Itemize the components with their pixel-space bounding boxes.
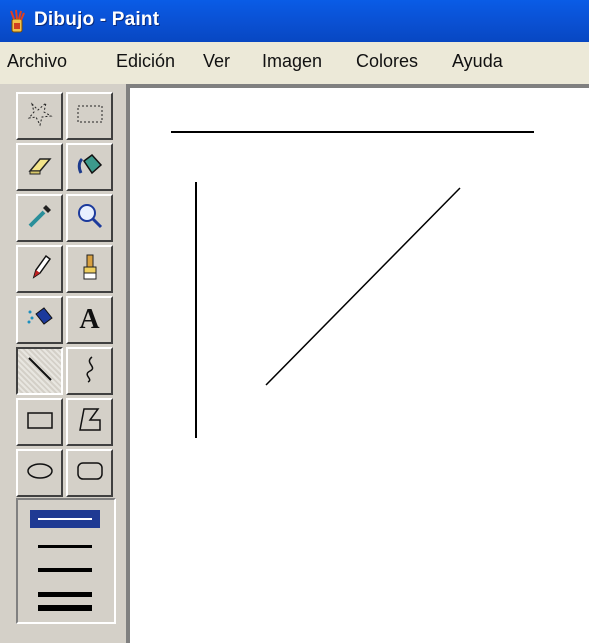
- magnifier-icon: [74, 200, 106, 237]
- tool-curve[interactable]: [66, 347, 113, 395]
- line-width-option-2[interactable]: [30, 538, 100, 556]
- window-title: Dibujo - Paint: [34, 9, 160, 30]
- pencil-icon: [24, 251, 56, 288]
- airbrush-icon: [24, 302, 56, 339]
- brush-icon: [74, 251, 106, 288]
- color-picker-icon: [24, 200, 56, 237]
- menu-ver[interactable]: Ver: [203, 51, 230, 72]
- tool-airbrush[interactable]: [16, 296, 63, 344]
- tool-rectangle[interactable]: [16, 398, 63, 446]
- rounded-rectangle-icon: [74, 455, 106, 492]
- tool-rounded-rectangle[interactable]: [66, 449, 113, 497]
- tool-color-picker[interactable]: [16, 194, 63, 242]
- line-icon: [24, 353, 56, 390]
- tool-grid: A: [16, 92, 116, 497]
- fill-bucket-icon: [74, 149, 106, 186]
- tool-polygon[interactable]: [66, 398, 113, 446]
- curve-icon: [74, 353, 106, 390]
- canvas-area: [126, 84, 589, 643]
- title-bar[interactable]: Dibujo - Paint: [0, 0, 589, 42]
- tool-magnifier[interactable]: [66, 194, 113, 242]
- paint-app-icon[interactable]: [6, 9, 28, 33]
- line-width-option-3[interactable]: [30, 562, 100, 580]
- tool-text[interactable]: A: [66, 296, 113, 344]
- tool-fill[interactable]: [66, 143, 113, 191]
- rect-select-icon: [74, 98, 106, 135]
- rectangle-icon: [24, 404, 56, 441]
- menu-archivo[interactable]: Archivo: [7, 51, 67, 72]
- ellipse-icon: [24, 455, 56, 492]
- menu-bar: Archivo Edición Ver Imagen Colores Ayuda: [0, 42, 589, 84]
- tool-brush[interactable]: [66, 245, 113, 293]
- menu-imagen[interactable]: Imagen: [262, 51, 322, 72]
- eraser-icon: [24, 149, 56, 186]
- tool-line[interactable]: [16, 347, 63, 395]
- drawing-canvas[interactable]: [130, 88, 589, 643]
- free-form-select-icon: [24, 98, 56, 135]
- line-width-option-4[interactable]: [30, 588, 100, 612]
- menu-colores[interactable]: Colores: [356, 51, 418, 72]
- toolbox: A: [0, 84, 126, 643]
- diagonal-line: [265, 187, 461, 386]
- tool-eraser[interactable]: [16, 143, 63, 191]
- tool-rect-select[interactable]: [66, 92, 113, 140]
- menu-edicion[interactable]: Edición: [116, 51, 175, 72]
- line-width-option-1[interactable]: [30, 510, 100, 528]
- line-width-selector: [16, 498, 116, 624]
- tool-ellipse[interactable]: [16, 449, 63, 497]
- tool-free-form-select[interactable]: [16, 92, 63, 140]
- text-icon: A: [79, 304, 100, 335]
- tool-pencil[interactable]: [16, 245, 63, 293]
- polygon-icon: [74, 404, 106, 441]
- menu-ayuda[interactable]: Ayuda: [452, 51, 503, 72]
